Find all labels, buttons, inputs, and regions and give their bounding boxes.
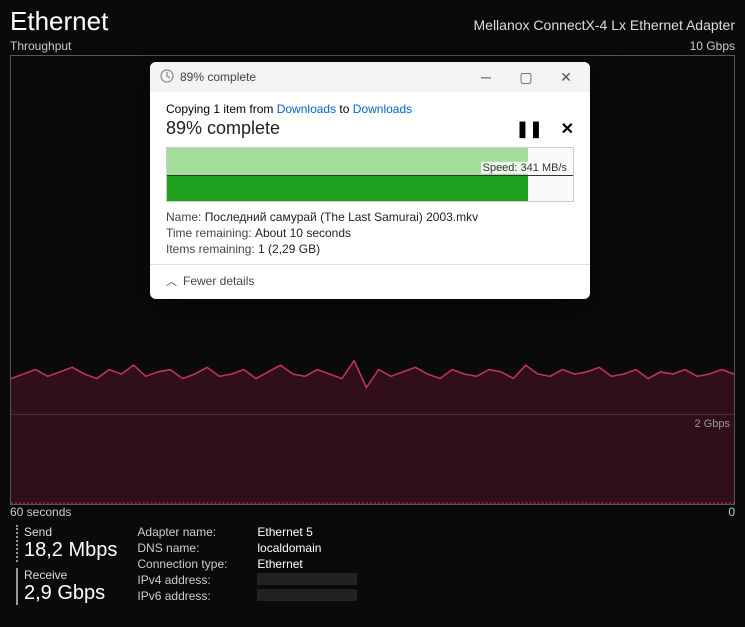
dns-name-value: localdomain — [257, 541, 321, 555]
ipv6-key: IPv6 address: — [137, 589, 257, 603]
source-link[interactable]: Downloads — [277, 102, 336, 116]
pause-button[interactable]: ❚❚ — [516, 119, 543, 139]
send-value: 18,2 Mbps — [24, 539, 117, 562]
receive-value: 2,9 Gbps — [24, 582, 117, 605]
file-name-key: Name: — [166, 210, 201, 224]
percent-complete: 89% complete — [166, 118, 280, 139]
time-remaining-key: Time remaining: — [166, 226, 252, 240]
connection-type-key: Connection type: — [137, 557, 257, 571]
send-label: Send — [24, 525, 117, 539]
ipv6-value-redacted — [257, 589, 357, 601]
adapter-model: Mellanox ConnectX-4 Lx Ethernet Adapter — [474, 17, 736, 33]
dialog-title: 89% complete — [180, 70, 466, 84]
dest-link[interactable]: Downloads — [353, 102, 412, 116]
speed-label: Speed: 341 MB/s — [481, 161, 569, 173]
adapter-name-value: Ethernet 5 — [257, 525, 312, 539]
time-remaining-value: About 10 seconds — [255, 226, 351, 240]
x-axis-left: 60 seconds — [10, 505, 71, 519]
y-axis-label: Throughput — [10, 39, 71, 53]
minimize-button[interactable]: ─ — [466, 63, 506, 91]
close-button[interactable]: ✕ — [546, 63, 586, 91]
maximize-button[interactable]: ▢ — [506, 63, 546, 91]
receive-label: Receive — [24, 568, 117, 582]
items-remaining-value: 1 (2,29 GB) — [258, 242, 320, 256]
items-remaining-key: Items remaining: — [166, 242, 255, 256]
x-axis-right: 0 — [728, 505, 735, 519]
copy-status-line: Copying 1 item from Downloads to Downloa… — [166, 102, 574, 116]
chevron-up-icon: ︿ — [166, 273, 177, 289]
ipv4-value-redacted — [257, 573, 357, 585]
adapter-name-key: Adapter name: — [137, 525, 257, 539]
progress-icon — [160, 69, 174, 86]
cancel-button[interactable]: ✕ — [561, 119, 574, 139]
fewer-details-button[interactable]: ︿ Fewer details — [150, 264, 590, 299]
dns-name-key: DNS name: — [137, 541, 257, 555]
file-name-value: Последний самурай (The Last Samurai) 200… — [205, 210, 478, 224]
y-axis-max: 10 Gbps — [690, 39, 735, 53]
progress-chart: Speed: 341 MB/s — [166, 147, 574, 202]
connection-type-value: Ethernet — [257, 557, 302, 571]
page-title: Ethernet — [10, 6, 108, 37]
gridline-label: 2 Gbps — [695, 418, 730, 430]
file-copy-dialog: 89% complete ─ ▢ ✕ Copying 1 item from D… — [150, 62, 590, 299]
ipv4-key: IPv4 address: — [137, 573, 257, 587]
